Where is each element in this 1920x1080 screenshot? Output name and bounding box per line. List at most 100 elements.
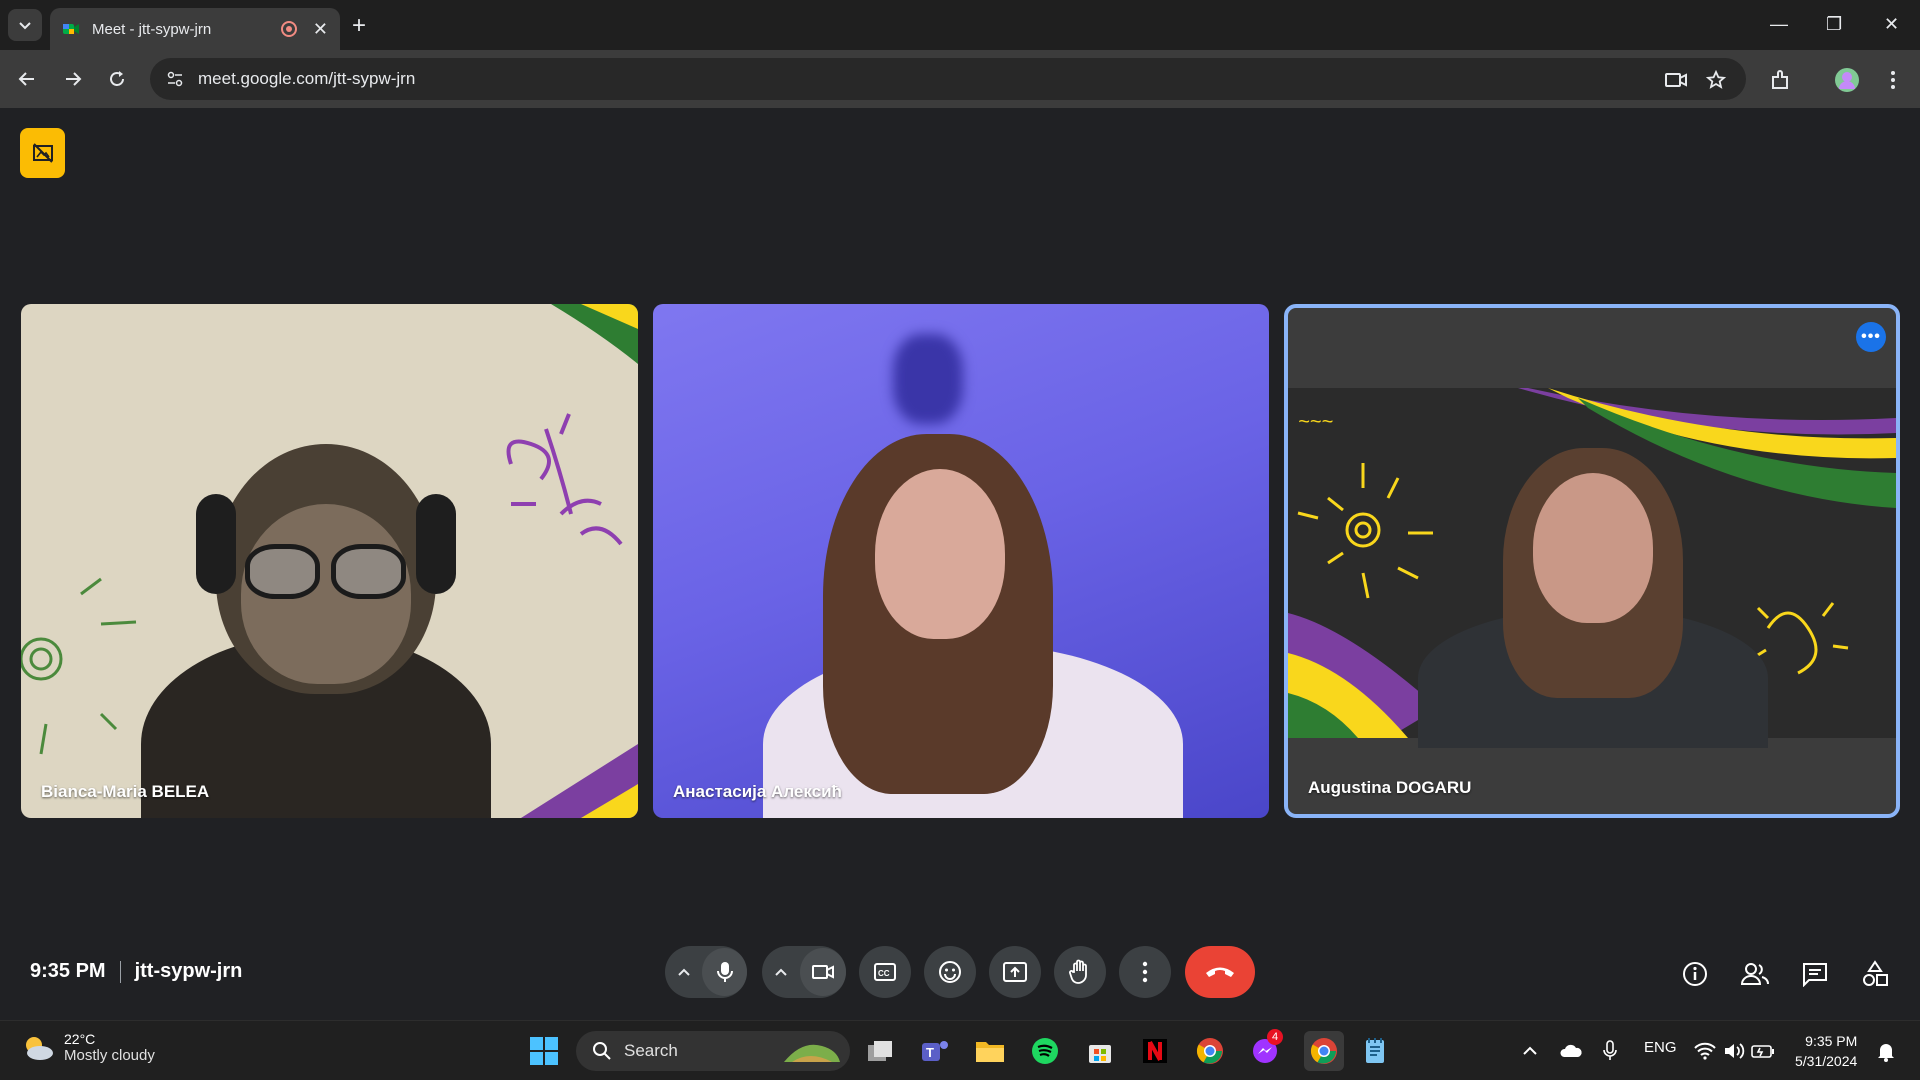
browser-tab[interactable]: Meet - jtt-sypw-jrn ✕ bbox=[50, 8, 340, 50]
participant-name: Bianca-Maria BELEA bbox=[41, 782, 210, 801]
address-bar[interactable]: meet.google.com/jtt-sypw-jrn bbox=[150, 58, 1746, 100]
participant-name: Augustina DOGARU bbox=[1308, 778, 1472, 797]
taskbar-search[interactable]: Search bbox=[576, 1031, 850, 1071]
camera-in-use-icon[interactable] bbox=[1664, 68, 1688, 92]
notifications-bell-icon[interactable] bbox=[1870, 1035, 1902, 1067]
wifi-icon[interactable] bbox=[1689, 1035, 1721, 1067]
new-tab-button[interactable]: + bbox=[352, 12, 366, 40]
spotify-icon[interactable] bbox=[1029, 1035, 1061, 1067]
chrome-menu-icon[interactable] bbox=[1880, 67, 1906, 93]
chevron-up-icon bbox=[775, 968, 787, 976]
emoji-icon bbox=[939, 961, 961, 983]
raise-hand-button[interactable] bbox=[1054, 946, 1106, 998]
participant-video: ~~~ bbox=[1288, 388, 1896, 748]
weather-widget[interactable]: 22°C Mostly cloudy bbox=[20, 1031, 155, 1064]
search-icon bbox=[593, 1042, 611, 1060]
url-text: meet.google.com/jtt-sypw-jrn bbox=[198, 69, 416, 88]
onedrive-icon[interactable] bbox=[1555, 1035, 1587, 1067]
windows-taskbar: 22°C Mostly cloudy Search T 4 ENG 9:35 P… bbox=[0, 1020, 1920, 1080]
hand-icon bbox=[1069, 959, 1087, 984]
clock-date: 5/31/2024 bbox=[1795, 1053, 1858, 1069]
microsoft-store-icon[interactable] bbox=[1084, 1035, 1116, 1067]
visual-effects-button[interactable] bbox=[20, 128, 65, 178]
battery-icon[interactable] bbox=[1747, 1035, 1779, 1067]
leave-call-button[interactable] bbox=[1185, 946, 1255, 998]
microphone-tray-icon[interactable] bbox=[1594, 1035, 1626, 1067]
volume-icon[interactable] bbox=[1718, 1035, 1750, 1067]
chrome-icon[interactable] bbox=[1194, 1035, 1226, 1067]
forward-icon[interactable] bbox=[60, 66, 86, 92]
netflix-icon[interactable] bbox=[1139, 1035, 1171, 1067]
meeting-details-button[interactable] bbox=[1677, 956, 1713, 992]
camera-button[interactable] bbox=[800, 948, 846, 996]
back-icon[interactable] bbox=[14, 66, 40, 92]
weather-temperature: 22°C bbox=[64, 1031, 96, 1047]
messenger-badge: 4 bbox=[1267, 1029, 1283, 1045]
headphones bbox=[196, 494, 236, 594]
reactions-button[interactable] bbox=[924, 946, 976, 998]
glasses-right bbox=[331, 544, 406, 599]
no-image-icon bbox=[32, 143, 53, 163]
shapes-icon bbox=[1863, 960, 1888, 986]
participant-name: Анастасија Алексић bbox=[673, 782, 842, 801]
participant-head bbox=[875, 469, 1005, 639]
camera-control bbox=[762, 946, 846, 998]
present-screen-icon bbox=[1003, 962, 1027, 982]
reload-icon[interactable] bbox=[104, 66, 130, 92]
show-hidden-icons-icon[interactable] bbox=[1514, 1035, 1546, 1067]
task-view-icon[interactable] bbox=[864, 1035, 896, 1067]
video-camera-icon bbox=[812, 965, 835, 979]
svg-text:CC: CC bbox=[878, 969, 890, 978]
closed-captions-icon: CC bbox=[874, 963, 896, 981]
browser-tabstrip: Meet - jtt-sypw-jrn ✕ + — ❐ ✕ bbox=[0, 0, 1920, 50]
svg-text:~~~: ~~~ bbox=[1298, 411, 1333, 433]
meet-stage: Bianca-Maria BELEA Анастасија Алексић ••… bbox=[0, 108, 1920, 1061]
messenger-icon[interactable]: 4 bbox=[1249, 1029, 1283, 1067]
microphone-control bbox=[665, 946, 747, 998]
extensions-icon[interactable] bbox=[1768, 67, 1794, 93]
minimize-icon[interactable]: — bbox=[1770, 14, 1788, 35]
microphone-icon bbox=[716, 962, 733, 982]
captions-button[interactable]: CC bbox=[859, 946, 911, 998]
people-icon bbox=[1740, 963, 1769, 985]
search-highlight-icon bbox=[784, 1044, 840, 1062]
restore-icon[interactable]: ❐ bbox=[1826, 14, 1842, 35]
profile-avatar[interactable] bbox=[1834, 67, 1860, 93]
more-options-button[interactable]: ••• bbox=[1856, 322, 1886, 352]
language-indicator[interactable]: ENG bbox=[1644, 1039, 1677, 1056]
present-screen-button[interactable] bbox=[989, 946, 1041, 998]
chevron-up-icon bbox=[677, 968, 690, 976]
clock-time: 9:35 PM bbox=[1805, 1033, 1858, 1049]
site-info-icon[interactable] bbox=[164, 68, 186, 90]
file-explorer-icon[interactable] bbox=[974, 1035, 1006, 1067]
tab-title: Meet - jtt-sypw-jrn bbox=[92, 20, 212, 38]
chat-button[interactable] bbox=[1797, 956, 1833, 992]
teams-icon[interactable]: T bbox=[919, 1035, 951, 1067]
meeting-info: 9:35 PM jtt-sypw-jrn bbox=[30, 960, 242, 983]
participant-tile[interactable]: Анастасија Алексић bbox=[653, 304, 1269, 818]
glasses-left bbox=[245, 544, 320, 599]
background-object bbox=[893, 334, 963, 424]
video-settings-button[interactable] bbox=[762, 967, 800, 977]
notepad-icon[interactable] bbox=[1359, 1035, 1391, 1067]
activities-button[interactable] bbox=[1857, 956, 1893, 992]
search-label: Search bbox=[624, 1041, 678, 1060]
browser-toolbar: meet.google.com/jtt-sypw-jrn bbox=[0, 50, 1920, 108]
chrome-profile-icon[interactable] bbox=[1304, 1031, 1344, 1071]
more-options-button[interactable] bbox=[1119, 946, 1171, 998]
audio-settings-button[interactable] bbox=[665, 967, 702, 977]
system-clock[interactable]: 9:35 PM 5/31/2024 bbox=[1795, 1031, 1857, 1071]
info-icon bbox=[1683, 962, 1707, 986]
weather-condition: Mostly cloudy bbox=[64, 1047, 155, 1064]
participant-tile[interactable]: Bianca-Maria BELEA bbox=[21, 304, 638, 818]
start-icon[interactable] bbox=[528, 1035, 560, 1067]
close-window-icon[interactable]: ✕ bbox=[1884, 14, 1899, 35]
people-button[interactable] bbox=[1737, 956, 1773, 992]
recording-icon bbox=[280, 21, 297, 37]
participant-head bbox=[1533, 473, 1653, 623]
bookmark-star-icon[interactable] bbox=[1704, 68, 1728, 92]
microphone-button[interactable] bbox=[702, 948, 747, 996]
tab-close-icon[interactable]: ✕ bbox=[313, 19, 328, 40]
participant-tile-active[interactable]: ••• ~~~ Augustina DOGARU bbox=[1284, 304, 1900, 818]
tab-search-button[interactable] bbox=[8, 9, 42, 41]
